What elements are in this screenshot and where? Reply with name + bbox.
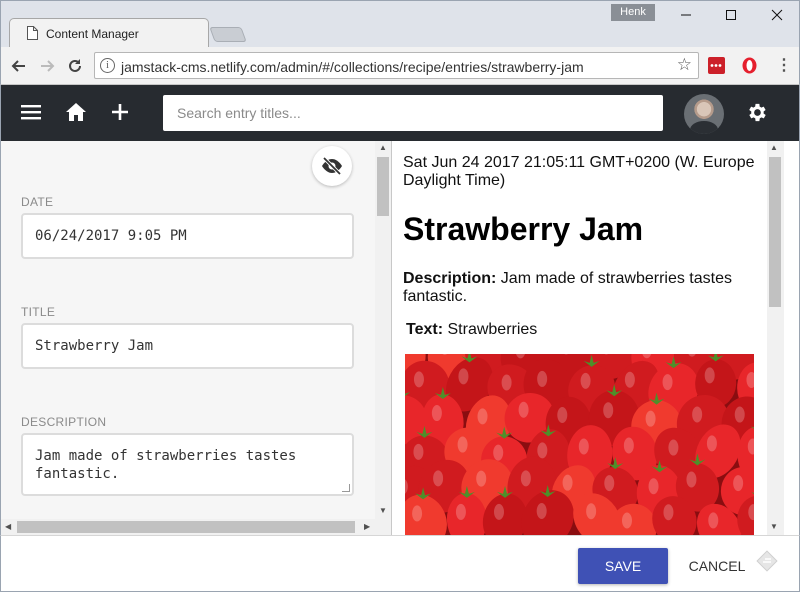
search-input[interactable]: [163, 95, 663, 131]
preview-text-value: Strawberries: [447, 321, 538, 338]
url-text: jamstack-cms.netlify.com/admin/#/collect…: [121, 59, 584, 75]
editor-horizontal-scroll-thumb[interactable]: [17, 521, 355, 533]
editor-vertical-scroll-thumb[interactable]: [377, 157, 389, 216]
reload-icon[interactable]: [65, 56, 85, 76]
browser-tab[interactable]: Content Manager: [9, 18, 209, 47]
user-avatar[interactable]: [684, 94, 724, 134]
back-arrow-icon[interactable]: [9, 56, 29, 76]
scroll-right-arrow-icon[interactable]: ▶: [364, 522, 370, 531]
preview-title: Strawberry Jam: [403, 211, 644, 247]
close-icon[interactable]: [766, 6, 788, 24]
home-icon[interactable]: [65, 101, 87, 123]
textarea-resize-handle[interactable]: [342, 484, 350, 492]
title-input[interactable]: Strawberry Jam: [21, 323, 354, 369]
date-input[interactable]: 06/24/2017 9:05 PM: [21, 213, 354, 259]
cancel-button[interactable]: CANCEL: [680, 548, 754, 584]
browser-menu-icon[interactable]: ⋮: [776, 57, 792, 75]
opera-extension-icon[interactable]: [741, 57, 758, 74]
hamburger-menu-icon[interactable]: [21, 104, 41, 120]
description-textarea[interactable]: Jam made of strawberries tastes fantasti…: [21, 433, 354, 496]
forward-arrow-icon[interactable]: [37, 56, 57, 76]
maximize-icon[interactable]: [720, 6, 742, 24]
user-badge[interactable]: Henk: [611, 4, 655, 21]
scroll-left-arrow-icon[interactable]: ◀: [5, 522, 11, 531]
feedback-diamond-icon[interactable]: [754, 548, 780, 574]
toggle-preview-button[interactable]: [312, 146, 352, 186]
text-label-bold: Text:: [406, 321, 444, 338]
preview-text: Text: Strawberries: [406, 321, 537, 339]
preview-scroll-up-arrow-icon[interactable]: ▲: [770, 143, 778, 152]
date-label: DATE: [21, 195, 54, 209]
save-button[interactable]: SAVE: [578, 548, 668, 584]
scroll-down-arrow-icon[interactable]: ▼: [379, 506, 387, 515]
address-bar[interactable]: i jamstack-cms.netlify.com/admin/#/colle…: [94, 52, 699, 79]
info-icon[interactable]: i: [100, 58, 115, 73]
description-label: DESCRIPTION: [21, 415, 107, 429]
preview-description: Description: Jam made of strawberries ta…: [403, 270, 763, 306]
preview-scroll-down-arrow-icon[interactable]: ▼: [770, 522, 778, 531]
eye-off-icon: [322, 156, 342, 176]
new-tab-button[interactable]: [209, 27, 247, 42]
strawberries-image: [405, 354, 754, 535]
description-label-bold: Description:: [403, 270, 497, 287]
preview-vertical-scroll-thumb[interactable]: [769, 157, 781, 307]
minimize-icon[interactable]: [675, 6, 697, 24]
tab-title: Content Manager: [46, 27, 139, 41]
title-label: TITLE: [21, 305, 56, 319]
preview-gutter: [784, 141, 800, 535]
gear-icon[interactable]: [745, 101, 768, 124]
preview-date: Sat Jun 24 2017 21:05:11 GMT+0200 (W. Eu…: [403, 154, 755, 189]
lastpass-extension-icon[interactable]: [708, 57, 725, 74]
document-icon: [27, 26, 38, 40]
bookmark-star-icon[interactable]: ☆: [677, 55, 692, 75]
plus-icon[interactable]: [110, 102, 130, 122]
scroll-up-arrow-icon[interactable]: ▲: [379, 143, 387, 152]
